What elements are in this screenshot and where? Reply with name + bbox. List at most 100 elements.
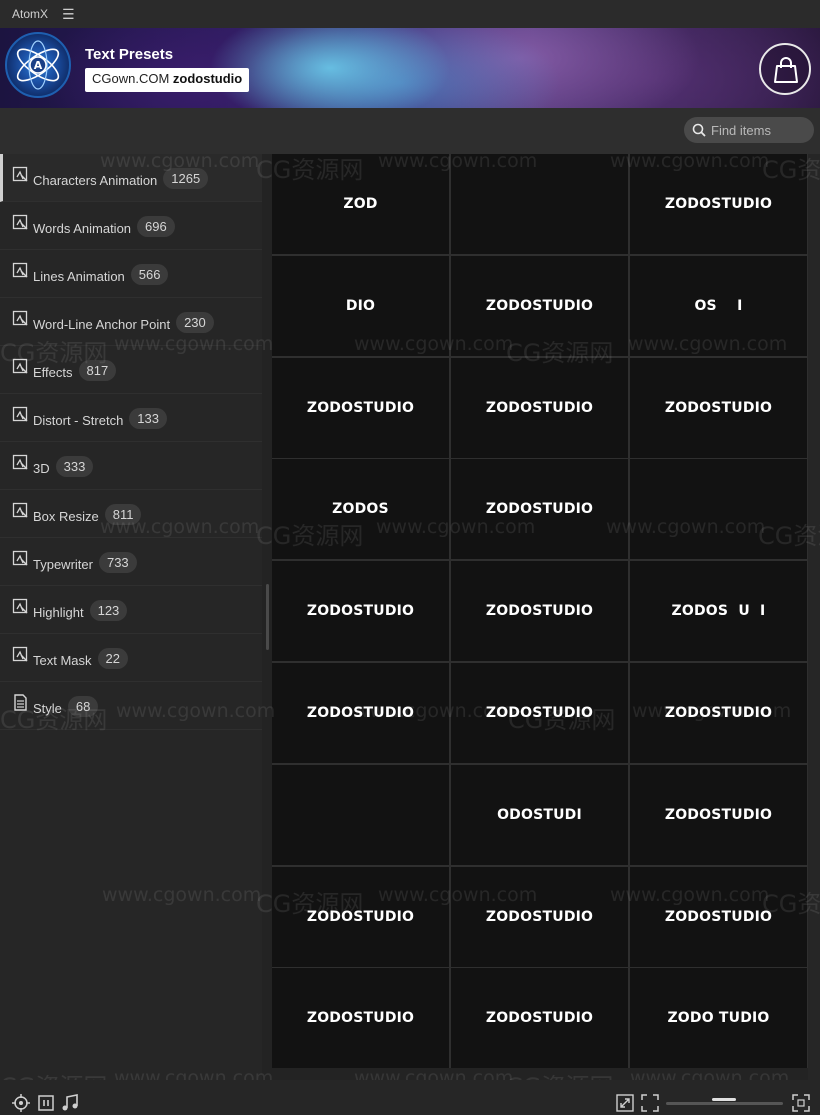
preset-preview-text: ZODOSTUDIO [306,909,415,925]
preset-thumbnail[interactable]: ZODOSTUDIO [272,663,449,763]
sidebar-item[interactable]: Characters Animation 1265 [0,154,262,202]
search-box[interactable] [684,117,814,143]
sidebar-item-label: Typewriter [33,557,93,572]
sidebar-item[interactable]: Distort - Stretch 133 [0,394,262,442]
grid-scroll-gutter [808,154,820,1080]
preset-folder-icon [12,598,28,614]
sidebar-item[interactable]: Lines Animation 566 [0,250,262,298]
preset-thumbnail[interactable]: ZODOSTUDIO [451,968,628,1068]
preset-preview-text: ZODOSTUDIO [485,705,594,721]
preset-thumbnail[interactable]: ZODOSTUDIO [451,256,628,356]
expand-icon[interactable] [616,1094,634,1112]
preset-preview-text: ZODOSTUDIO [306,705,415,721]
preset-thumbnail[interactable] [272,765,449,865]
sidebar-item[interactable]: Word-Line Anchor Point 230 [0,298,262,346]
preset-preview-text: DIO [345,298,376,314]
preset-thumbnail[interactable]: OS I [630,256,807,356]
preset-folder-icon [12,406,28,422]
preset-thumbnail[interactable]: ZODOSTUDIO [272,867,449,967]
pause-icon[interactable] [37,1094,55,1112]
preset-thumbnail[interactable]: ZODOSTUDIO [630,765,807,865]
sidebar-item[interactable]: Highlight 123 [0,586,262,634]
preset-folder-icon [12,310,28,326]
preset-thumbnail[interactable]: ZODOSTUDIO [630,154,807,254]
preset-thumbnail[interactable]: ZODOSTUDIO [272,358,449,458]
preset-thumbnail[interactable] [630,459,807,559]
zoom-slider-handle[interactable] [712,1098,736,1101]
preset-thumbnail[interactable]: ODOSTUDI [451,765,628,865]
item-count-badge: 230 [176,312,214,333]
item-count-badge: 133 [129,408,167,429]
preset-thumbnail[interactable] [451,154,628,254]
preset-preview-text: OS I [694,298,743,314]
search-input[interactable] [711,122,811,138]
sidebar-item-label: 3D [33,461,50,476]
preset-thumbnail[interactable]: ZODOS [272,459,449,559]
item-count-badge: 696 [137,216,175,237]
preset-thumbnail[interactable]: ZODOSTUDIO [451,358,628,458]
preset-thumbnail[interactable]: ZODOSTUDIO [451,561,628,661]
preset-preview-text: ZODOSTUDIO [485,501,594,517]
sidebar-item[interactable]: 3D 333 [0,442,262,490]
atomx-logo-icon: A [5,32,71,98]
item-count-badge: 566 [130,264,169,285]
preset-thumbnail[interactable]: ZODOSTUDIO [451,459,628,559]
search-icon [692,123,706,137]
music-icon[interactable] [61,1094,79,1112]
preset-thumbnail[interactable]: ZODOSTUDIO [451,867,628,967]
hamburger-icon[interactable]: ☰ [62,6,75,23]
preset-thumbnail[interactable]: ZODOSTUDIO [630,663,807,763]
preset-preview-text: ZODOSTUDIO [306,400,415,416]
preset-thumbnail[interactable]: ZODOS U I [630,561,807,661]
bottom-bar [0,1080,820,1115]
sidebar-item[interactable]: Text Mask 22 [0,634,262,682]
sidebar-item-label: Distort - Stretch [33,413,124,428]
preset-preview-text: ZODOSTUDIO [664,909,773,925]
title-bar: AtomX ☰ [0,0,820,28]
shopping-bag-button[interactable] [759,43,811,95]
item-count-badge: 333 [55,456,94,477]
preset-folder-icon [12,646,28,662]
brand-tag-bold: zodostudio [172,71,243,86]
sidebar-item[interactable]: Words Animation 696 [0,202,262,250]
preset-preview-text: ZODOSTUDIO [485,1010,594,1026]
sidebar-item[interactable]: Style 68 [0,682,262,730]
preset-thumbnail[interactable]: ZODO TUDIO [630,968,807,1068]
preset-folder-icon [12,502,28,518]
preset-preview-text: ZODOSTUDIO [485,400,594,416]
sidebar-item[interactable]: Effects 817 [0,346,262,394]
preset-folder-icon [12,454,28,470]
item-count-badge: 817 [78,360,117,381]
preset-thumbnail[interactable]: ZODOSTUDIO [272,561,449,661]
document-icon [14,694,27,711]
preset-preview-text: ZODOSTUDIO [306,1010,415,1026]
preset-folder-icon [12,550,28,566]
preset-thumbnail[interactable]: ZODOSTUDIO [451,663,628,763]
preset-preview-text: ZODOSTUDIO [664,807,773,823]
zoom-slider-track[interactable] [666,1102,783,1105]
preset-preview-text: ZODOSTUDIO [485,298,594,314]
target-icon[interactable] [12,1094,30,1112]
preset-preview-text: ZODOS [332,501,389,517]
item-count-badge: 811 [104,504,142,525]
brand-tag: CGown.COM zodostudio [85,68,250,92]
sidebar-item-label: Lines Animation [33,269,125,284]
preset-thumbnail[interactable]: ZOD [272,154,449,254]
category-sidebar: Characters Animation 1265 Words Animation 6… [0,154,262,1080]
preset-thumbnail[interactable]: ZODOSTUDIO [630,358,807,458]
preset-thumbnail[interactable]: ZODOSTUDIO [630,867,807,967]
preset-folder-icon [12,262,28,278]
app-title: AtomX [12,7,49,21]
header-banner: A Text Presets CGown.COM zodostudio [0,28,820,108]
preset-preview-text: ZODOS U I [671,603,766,619]
sidebar-item-label: Word-Line Anchor Point [33,317,171,332]
sidebar-item-label: Highlight [33,605,84,620]
fit-icon[interactable] [641,1094,659,1112]
preset-preview-text: ZODO TUDIO [667,1010,770,1026]
preset-thumbnail[interactable]: ZODOSTUDIO [272,968,449,1068]
sidebar-item[interactable]: Typewriter 733 [0,538,262,586]
fullscreen-icon[interactable] [792,1094,810,1112]
preset-thumbnail[interactable]: DIO [272,256,449,356]
sidebar-item[interactable]: Box Resize 811 [0,490,262,538]
sidebar-scrollbar[interactable] [266,584,269,650]
